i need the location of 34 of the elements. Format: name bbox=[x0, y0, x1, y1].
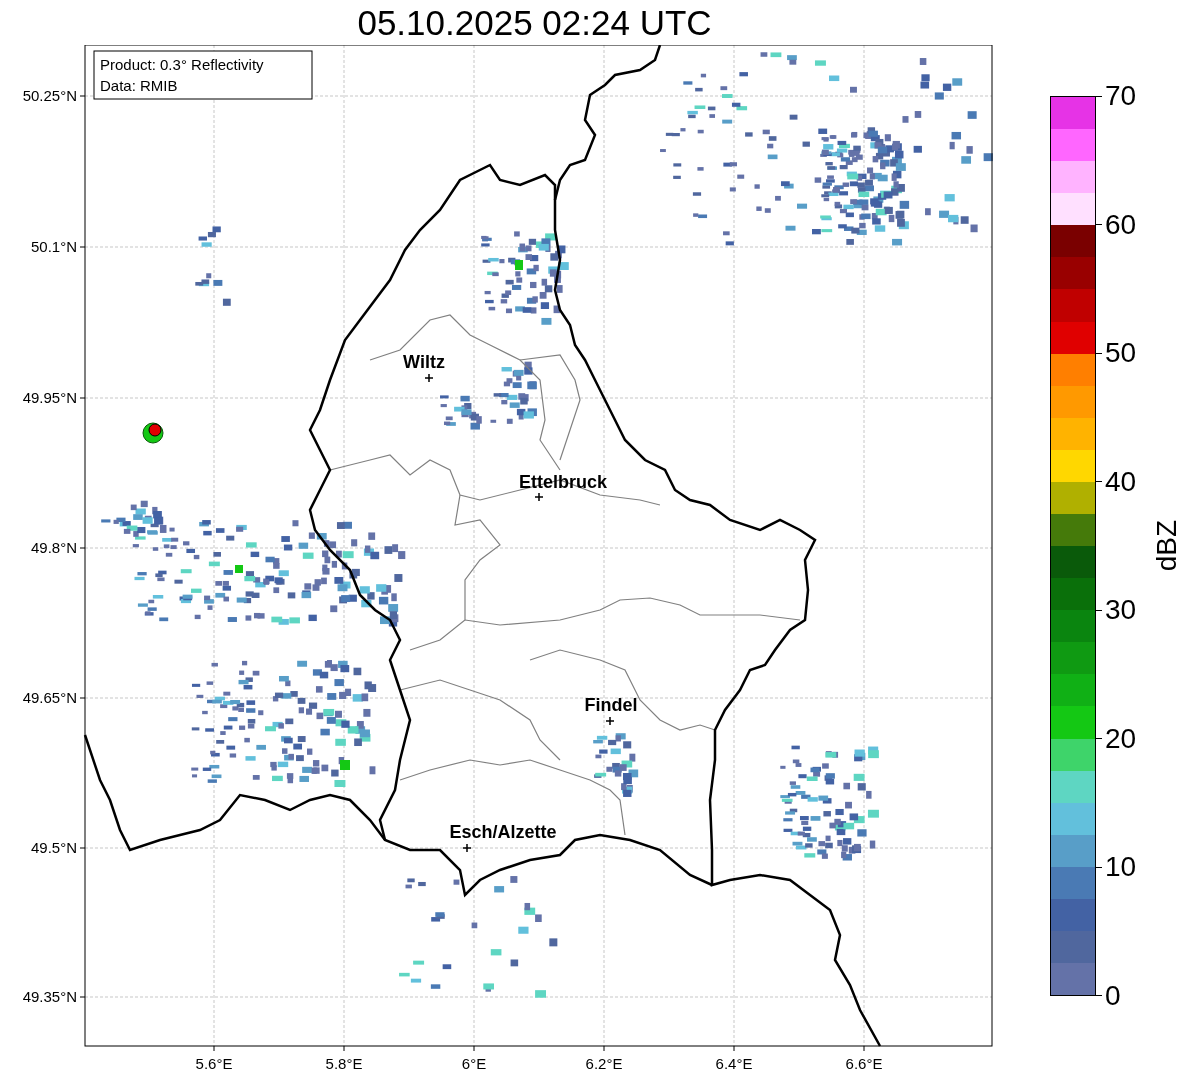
colorbar-tick-label: 50 bbox=[1104, 339, 1137, 368]
latitude-label: 50.1°N bbox=[30, 238, 77, 255]
colorbar-tick-label: 30 bbox=[1104, 596, 1137, 625]
city-marker-icon bbox=[424, 373, 434, 383]
city-marker-icon bbox=[534, 492, 544, 502]
city-label: Ettelbruck bbox=[519, 472, 607, 492]
info-text: Product: 0.3° Reflectivity bbox=[100, 56, 264, 73]
colorbar-tick-label: 40 bbox=[1104, 467, 1137, 496]
longitude-label: 6.6°E bbox=[845, 1055, 883, 1072]
colorbar-tick-label: 70 bbox=[1104, 82, 1137, 110]
longitude-label: 5.6°E bbox=[195, 1055, 233, 1072]
radar-site-icon bbox=[142, 422, 164, 444]
longitude-label: 6.2°E bbox=[585, 1055, 623, 1072]
longitude-label: 5.8°E bbox=[325, 1055, 363, 1072]
colorbar-tick-label: 0 bbox=[1104, 981, 1121, 1010]
map-title: 05.10.2025 02:24 UTC bbox=[357, 2, 712, 44]
latitude-label: 50.25°N bbox=[22, 87, 77, 104]
city-marker-icon bbox=[605, 716, 615, 726]
colorbar-tick-label: 10 bbox=[1104, 853, 1137, 882]
city-label: Esch/Alzette bbox=[449, 822, 557, 842]
latitude-label: 49.5°N bbox=[30, 839, 77, 856]
city-label: Findel bbox=[584, 695, 638, 715]
info-text: Data: RMIB bbox=[100, 77, 178, 94]
latitude-label: 49.95°N bbox=[22, 389, 77, 406]
longitude-label: 6°E bbox=[461, 1055, 487, 1072]
longitude-label: 6.4°E bbox=[715, 1055, 753, 1072]
latitude-label: 49.35°N bbox=[22, 988, 77, 1005]
latitude-label: 49.65°N bbox=[22, 689, 77, 706]
latitude-label: 49.8°N bbox=[30, 539, 77, 556]
colorbar-tick-label: 60 bbox=[1104, 210, 1137, 239]
colorbar-label: dBZ bbox=[1150, 520, 1184, 572]
city-label: Wiltz bbox=[403, 352, 445, 372]
city-marker-icon bbox=[462, 843, 472, 853]
colorbar-tick-label: 20 bbox=[1104, 724, 1137, 753]
